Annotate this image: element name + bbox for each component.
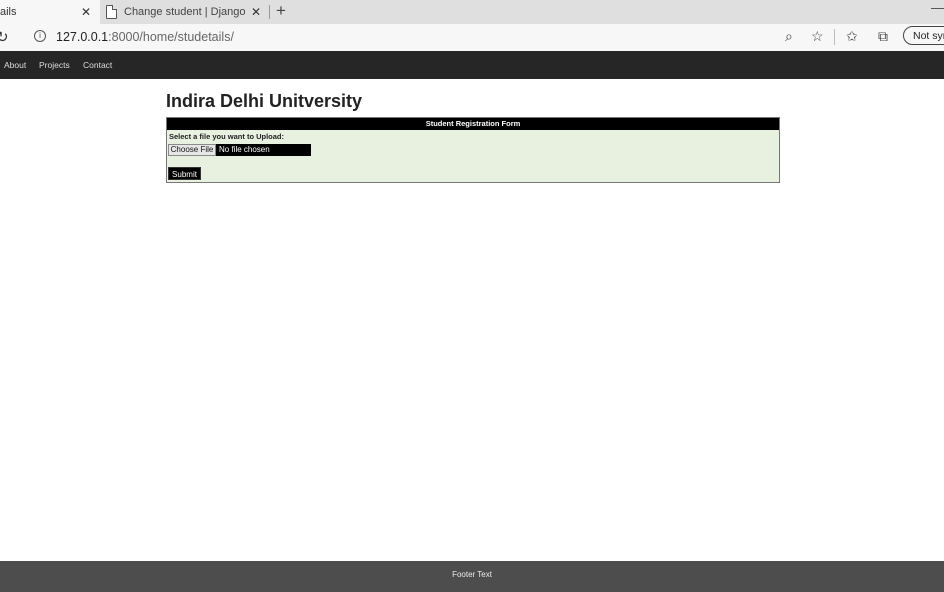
new-tab-icon[interactable]: + xyxy=(274,1,288,21)
close-icon[interactable]: ✕ xyxy=(250,5,262,19)
tab-strip: ails ✕ Change student | Django site ad ✕… xyxy=(0,0,944,24)
favorite-star-icon[interactable]: ☆ xyxy=(811,28,824,45)
file-status: No file chosen xyxy=(219,145,270,154)
zoom-icon[interactable]: ⌕ xyxy=(785,28,793,45)
nav-link-about[interactable]: About xyxy=(4,60,26,70)
tab-change-student[interactable]: Change student | Django site ad ✕ xyxy=(100,0,270,24)
form-header: Student Registration Form xyxy=(167,118,779,130)
sync-button[interactable]: Not sync xyxy=(903,26,944,45)
close-icon[interactable]: ✕ xyxy=(80,5,92,19)
submit-button[interactable]: Submit xyxy=(168,167,201,180)
tab-current[interactable]: ails ✕ xyxy=(0,0,100,24)
info-icon[interactable]: i xyxy=(34,30,46,42)
footer: Footer Text xyxy=(0,561,944,592)
nav-link-projects[interactable]: Projects xyxy=(39,60,70,70)
page-icon xyxy=(106,5,117,19)
tab-title: ails xyxy=(0,6,17,18)
file-input[interactable]: Choose File No file chosen xyxy=(168,144,311,156)
site-nav: About Projects Contact xyxy=(0,51,944,79)
reload-icon[interactable]: ↻ xyxy=(0,28,9,46)
toolbar-separator xyxy=(834,29,835,45)
address-bar: ↻ i 127.0.0.1:8000/home/studetails/ ⌕ ☆ … xyxy=(0,24,944,52)
url-field[interactable]: 127.0.0.1:8000/home/studetails/ xyxy=(56,30,234,44)
collections-icon[interactable]: ⧉ xyxy=(878,28,888,45)
page-title: Indira Delhi Unitversity xyxy=(166,91,363,111)
nav-link-contact[interactable]: Contact xyxy=(83,60,112,70)
upload-label: Select a file you want to Upload: xyxy=(169,132,285,141)
minimize-icon[interactable]: — xyxy=(931,0,944,15)
choose-file-button[interactable]: Choose File xyxy=(168,144,216,156)
tab-separator xyxy=(269,5,270,19)
tab-title: Change student | Django site ad xyxy=(124,6,248,18)
registration-form: Student Registration Form Select a file … xyxy=(166,117,780,183)
url-path: :8000/home/studetails/ xyxy=(108,30,234,44)
footer-text: Footer Text xyxy=(452,570,492,579)
favorites-list-icon[interactable]: ✩ xyxy=(846,28,858,45)
url-host: 127.0.0.1 xyxy=(56,30,109,44)
